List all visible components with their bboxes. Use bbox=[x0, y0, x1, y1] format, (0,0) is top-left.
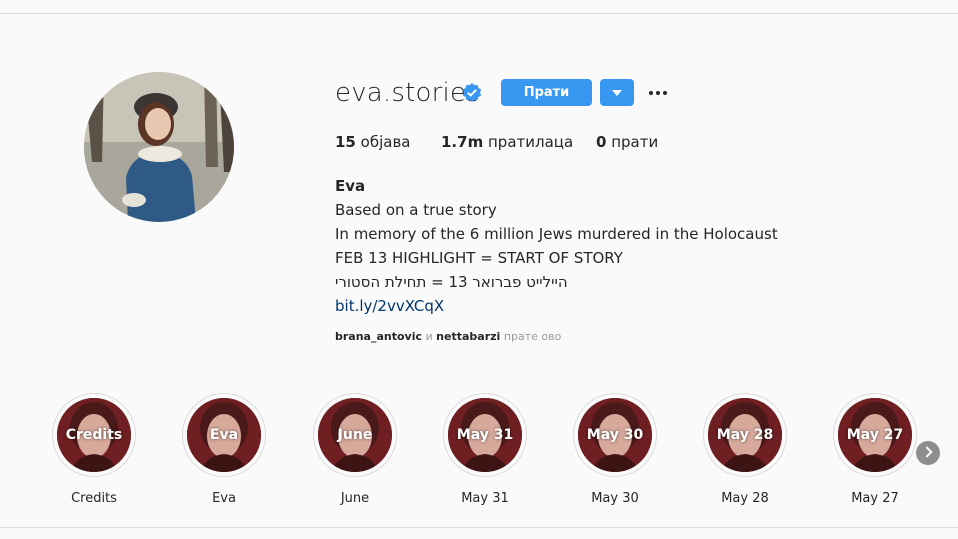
highlight-item[interactable]: May 31 May 31 bbox=[443, 393, 527, 506]
highlight-cover: May 28 bbox=[708, 398, 782, 472]
highlight-cover: June bbox=[318, 398, 392, 472]
highlight-overlay-text: May 28 bbox=[716, 427, 774, 443]
more-options-icon[interactable] bbox=[648, 83, 668, 103]
bio-line: In memory of the 6 million Jews murdered… bbox=[335, 225, 778, 243]
follower-name[interactable]: brana_antovic bbox=[335, 330, 422, 343]
follow-dropdown-button[interactable] bbox=[600, 79, 634, 106]
highlight-ring: Eva bbox=[182, 393, 266, 477]
verified-badge-icon bbox=[462, 83, 482, 102]
bio-line-hebrew: היילייט פברואר 13 = תחילת הסטורי bbox=[335, 273, 568, 291]
highlight-overlay-text: May 31 bbox=[456, 427, 514, 443]
profile-avatar[interactable] bbox=[84, 72, 234, 222]
highlight-item[interactable]: May 28 May 28 bbox=[703, 393, 787, 506]
dot bbox=[663, 91, 667, 95]
highlight-label: May 31 bbox=[461, 491, 509, 506]
dot bbox=[656, 91, 660, 95]
highlight-overlay-text: Eva bbox=[209, 427, 239, 443]
highlight-ring: May 31 bbox=[443, 393, 527, 477]
chevron-right-icon bbox=[921, 446, 933, 458]
highlight-label: June bbox=[340, 491, 370, 506]
highlight-cover: May 27 bbox=[838, 398, 912, 472]
following-number: 0 bbox=[596, 133, 607, 151]
header-divider bbox=[0, 13, 958, 14]
highlight-cover: Eva bbox=[187, 398, 261, 472]
highlight-cover: May 30 bbox=[578, 398, 652, 472]
posts-label: објава bbox=[360, 133, 411, 151]
highlight-label: Eva bbox=[212, 491, 236, 506]
highlight-cover: Credits bbox=[57, 398, 131, 472]
highlight-ring: June bbox=[313, 393, 397, 477]
highlight-item[interactable]: May 30 May 30 bbox=[573, 393, 657, 506]
bio-line: FEB 13 HIGHLIGHT = START OF STORY bbox=[335, 249, 623, 267]
followers-label: пратилаца bbox=[487, 133, 574, 151]
chevron-down-icon bbox=[612, 90, 622, 96]
profile-username: eva.stories bbox=[335, 78, 480, 108]
follow-button[interactable]: Прати bbox=[501, 79, 592, 106]
highlight-overlay-text: June bbox=[337, 427, 373, 443]
highlight-overlay-text: May 30 bbox=[586, 427, 644, 443]
highlight-ring: May 30 bbox=[573, 393, 657, 477]
highlight-ring: May 27 bbox=[833, 393, 917, 477]
followed-by[interactable]: brana_antovic и nettabarzi прате ово bbox=[335, 330, 561, 343]
followers-count[interactable]: 1.7m пратилаца bbox=[441, 133, 573, 151]
highlight-label: May 27 bbox=[851, 491, 899, 506]
highlight-item[interactable]: Credits Credits bbox=[52, 393, 136, 506]
followed-by-suffix: прате ово bbox=[503, 330, 562, 343]
posts-count: 15 објава bbox=[335, 133, 410, 151]
profile-bio: Eva Based on a true story In memory of t… bbox=[335, 174, 778, 318]
highlight-ring: May 28 bbox=[703, 393, 787, 477]
follower-name[interactable]: nettabarzi bbox=[436, 330, 500, 343]
highlight-item[interactable]: June June bbox=[313, 393, 397, 506]
highlight-cover: May 31 bbox=[448, 398, 522, 472]
bio-link[interactable]: bit.ly/2vvXCqX bbox=[335, 294, 778, 318]
highlight-overlay-text: May 27 bbox=[846, 427, 904, 443]
following-count[interactable]: 0 прати bbox=[596, 133, 658, 151]
followed-by-connector: и bbox=[425, 330, 433, 343]
highlight-item[interactable]: May 27 May 27 bbox=[833, 393, 917, 506]
highlight-overlay-text: Credits bbox=[65, 427, 123, 443]
dot bbox=[649, 91, 653, 95]
followers-number: 1.7m bbox=[441, 133, 484, 151]
next-arrow-button[interactable] bbox=[916, 441, 940, 465]
highlight-item[interactable]: Eva Eva bbox=[182, 393, 266, 506]
highlight-label: May 28 bbox=[721, 491, 769, 506]
section-divider bbox=[0, 527, 958, 528]
following-label: прати bbox=[611, 133, 659, 151]
profile-full-name: Eva bbox=[335, 177, 366, 195]
highlight-ring: Credits bbox=[52, 393, 136, 477]
highlight-label: May 30 bbox=[591, 491, 639, 506]
bio-line: Based on a true story bbox=[335, 201, 497, 219]
highlight-label: Credits bbox=[71, 491, 117, 506]
posts-number: 15 bbox=[335, 133, 356, 151]
profile-photo bbox=[84, 72, 234, 222]
